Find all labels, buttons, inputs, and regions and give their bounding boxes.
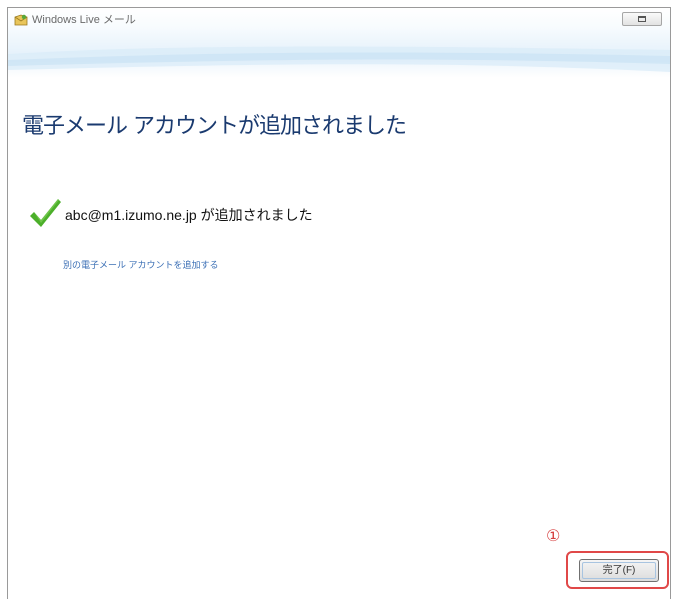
- page-heading: 電子メール アカウントが追加されました: [22, 114, 407, 139]
- finish-button-focus-ring: [582, 562, 656, 579]
- maximize-button[interactable]: [622, 12, 662, 26]
- step-marker: ①: [546, 526, 561, 545]
- finish-button[interactable]: 完了(F): [579, 559, 659, 582]
- windows-live-mail-icon: [14, 14, 28, 26]
- wizard-window: Windows Live メール 電子メール アカウントが追加されました abc…: [7, 7, 671, 599]
- header-swoosh: [8, 46, 670, 72]
- account-added-message: abc@m1.izumo.ne.jp が追加されました: [65, 207, 313, 223]
- title-bar: Windows Live メール: [8, 8, 670, 78]
- checkmark-icon: [30, 199, 61, 227]
- window-title: Windows Live メール: [32, 14, 136, 26]
- maximize-icon: [638, 16, 646, 22]
- add-another-account-link[interactable]: 別の電子メール アカウントを追加する: [63, 258, 219, 271]
